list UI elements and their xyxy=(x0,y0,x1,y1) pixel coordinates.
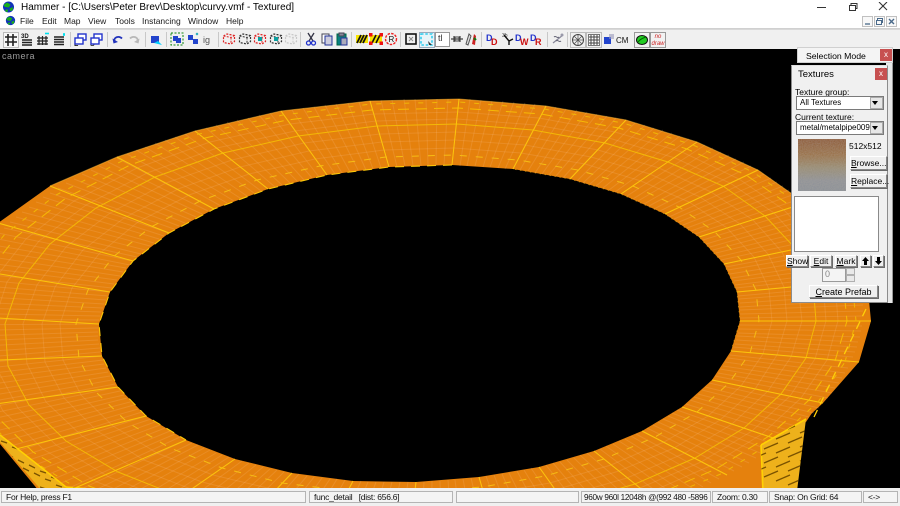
svg-text:3D: 3D xyxy=(21,34,29,40)
svg-text:R: R xyxy=(389,35,395,44)
svg-text:R: R xyxy=(535,37,542,46)
svg-text:D: D xyxy=(491,37,498,46)
svg-text:W: W xyxy=(520,37,529,46)
svg-text:ig: ig xyxy=(203,35,210,45)
